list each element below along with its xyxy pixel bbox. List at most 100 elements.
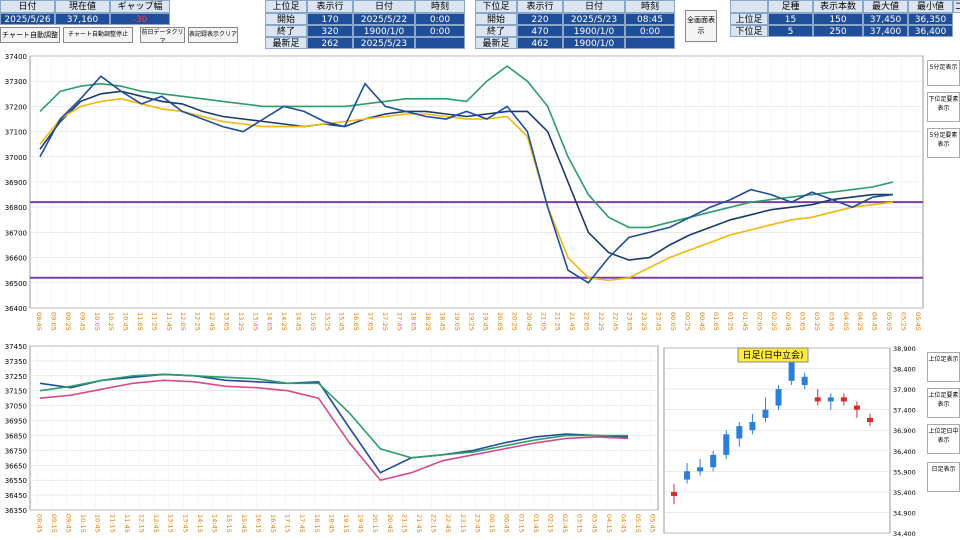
candle-body [684, 471, 691, 480]
bar-type-header: 足種 [768, 0, 813, 13]
blank-header [730, 0, 768, 13]
x-tick-label: 20:15 [371, 514, 379, 533]
y-tick-label: 36750 [5, 447, 27, 455]
current-price-value: 37,160 [55, 13, 110, 25]
x-tick-label: 01:25 [727, 312, 735, 331]
gap-header: ギャップ幅 [110, 0, 170, 13]
y-tick-label: 36550 [5, 477, 27, 485]
x-tick-label: 14:45 [211, 514, 219, 533]
x-tick-label: 17:15 [284, 514, 292, 533]
x-tick-label: 10:45 [94, 514, 102, 533]
date-header: 日付 [0, 0, 55, 13]
min-header: 最小値 [908, 0, 953, 13]
display-row-header: 表示行 [307, 0, 353, 13]
x-tick-label: 15:15 [225, 514, 233, 533]
candle-body [814, 397, 821, 402]
x-tick-label: 10:15 [79, 514, 87, 533]
chart-auto-adjust-button[interactable]: チャート自動調整 [0, 27, 60, 43]
x-tick-label: 19:45 [482, 312, 490, 331]
y-tick-label: 36850 [5, 432, 27, 440]
x-tick-label: 13:45 [181, 514, 189, 533]
row-time [625, 37, 675, 49]
x-tick-label: 14:45 [294, 312, 302, 331]
chart-record-clear-button[interactable]: 表記録表示クリア [188, 27, 238, 43]
x-tick-label: 02:15 [546, 514, 554, 533]
y-tick-label: 36500 [5, 280, 27, 288]
row-value: 262 [307, 37, 353, 49]
row-label: 終了 [475, 25, 517, 37]
x-tick-label: 20:05 [496, 312, 504, 331]
x-tick-label: 18:05 [410, 312, 418, 331]
x-tick-label: 21:15 [400, 514, 408, 533]
x-tick-label: 02:45 [784, 312, 792, 331]
extra-header: コ [953, 0, 960, 13]
x-tick-label: 17:45 [298, 514, 306, 533]
time-header: 時刻 [625, 0, 675, 13]
x-tick-label: 05:45 [914, 312, 922, 331]
row-date: 2025/5/23 [353, 37, 415, 49]
x-tick-label: 22:15 [430, 514, 438, 533]
row-label: 終了 [265, 25, 307, 37]
y-tick-label: 36400 [5, 305, 27, 313]
x-tick-label: 14:15 [196, 514, 204, 533]
x-tick-label: 22:45 [444, 514, 452, 533]
upper-daily-button[interactable]: 上位足日中表示 [927, 424, 960, 454]
lower-elements-button[interactable]: 下位足要素表示 [927, 92, 960, 122]
upper-show-button[interactable]: 上位足表示 [927, 352, 960, 382]
row-label: 最新足 [265, 37, 307, 49]
plot-area [663, 347, 891, 534]
x-tick-label: 05:05 [885, 312, 893, 331]
five-min-elements-button[interactable]: 5分足要素表示 [927, 128, 960, 158]
row-value: 470 [517, 25, 563, 37]
upper-elements-button[interactable]: 上位足要素表示 [927, 388, 960, 418]
y-tick-label: 37100 [5, 129, 27, 137]
x-tick-label: 00:15 [488, 514, 496, 533]
y-tick-label: 36350 [5, 507, 27, 515]
x-tick-label: 19:25 [467, 312, 475, 331]
x-tick-label: 16:05 [352, 312, 360, 331]
row-value: 37,400 [863, 25, 908, 37]
prev-day-clear-button[interactable]: 前日データクリア [140, 27, 185, 43]
y-tick-label: 37,400 [893, 407, 916, 415]
x-tick-label: 12:45 [152, 514, 160, 533]
x-tick-label: 22:05 [583, 312, 591, 331]
x-tick-label: 11:05 [136, 312, 144, 331]
x-tick-label: 04:25 [856, 312, 864, 331]
row-value: 150 [813, 13, 863, 25]
row-time: 0:00 [415, 13, 465, 25]
five-min-show-button[interactable]: 5分足表示 [927, 60, 960, 86]
candle-body [775, 389, 782, 406]
x-tick-label: 11:45 [165, 312, 173, 331]
x-tick-label: 17:05 [366, 312, 374, 331]
daily-show-button[interactable]: 日足表示 [927, 462, 960, 492]
x-tick-label: 19:05 [453, 312, 461, 331]
x-tick-label: 09:45 [78, 312, 86, 331]
candle-body [788, 360, 795, 381]
x-tick-label: 09:25 [64, 312, 72, 331]
x-tick-label: 12:15 [138, 514, 146, 533]
row-value: 462 [517, 37, 563, 49]
x-tick-label: 13:45 [251, 312, 259, 331]
x-tick-label: 13:15 [167, 514, 175, 533]
time-header: 時刻 [415, 0, 465, 13]
full-view-button[interactable]: 全画面表示 [685, 10, 717, 42]
y-tick-label: 37000 [5, 154, 27, 162]
display-row-header: 表示行 [517, 0, 563, 13]
x-tick-label: 11:45 [123, 514, 131, 533]
x-tick-label: 12:25 [194, 312, 202, 331]
chart-auto-adjust-stop-button[interactable]: チャート自動調整停止 [63, 27, 133, 43]
x-tick-label: 11:25 [150, 312, 158, 331]
row-date: 1900/1/0 [563, 25, 625, 37]
x-tick-label: 21:05 [539, 312, 547, 331]
x-tick-label: 20:45 [386, 514, 394, 533]
row-value: 36,400 [908, 25, 953, 37]
candle-body [827, 397, 834, 402]
row-label: 下位足 [730, 25, 768, 37]
x-tick-label: 20:45 [525, 312, 533, 331]
x-tick-label: 23:45 [473, 514, 481, 533]
y-tick-label: 36900 [5, 179, 27, 187]
row-value: 320 [307, 25, 353, 37]
y-tick-label: 37200 [5, 103, 27, 111]
row-value: 250 [813, 25, 863, 37]
candle-body [697, 467, 704, 472]
